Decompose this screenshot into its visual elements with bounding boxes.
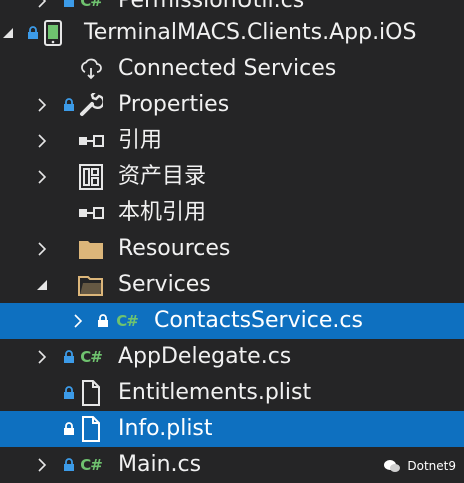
csharp-file-icon: C# [116, 312, 139, 330]
folder-open-icon [78, 267, 104, 303]
watermark-text: Dotnet9 [407, 459, 456, 473]
lock-icon [62, 447, 76, 483]
tree-item-entitlements[interactable]: Entitlements.plist [0, 375, 464, 411]
lock-icon [62, 339, 76, 375]
lock-icon [62, 411, 76, 447]
csharp-file-icon: C# [80, 348, 103, 366]
tree-item-connected-services[interactable]: Connected Services [0, 51, 464, 87]
tree-item-resources-folder[interactable]: Resources [0, 231, 464, 267]
ios-project-icon [40, 15, 66, 51]
tree-item-label: Properties [118, 92, 230, 117]
tree-item-references[interactable]: 引用 [0, 123, 464, 159]
csharp-file-icon: C# [80, 456, 103, 474]
cloud-icon [78, 51, 104, 87]
tree-item-label: Info.plist [118, 416, 213, 441]
tree-item-label: AppDelegate.cs [118, 344, 292, 369]
tree-item-label: 引用 [118, 128, 163, 153]
tree-item-label: Connected Services [118, 56, 337, 81]
tree-item-label: Entitlements.plist [118, 380, 312, 405]
tree-item-label: ContactsService.cs [154, 308, 363, 333]
tree-item-label: Main.cs [118, 452, 202, 477]
expand-arrow-icon[interactable] [34, 447, 50, 483]
collapse-arrow-icon[interactable] [34, 267, 50, 303]
file-icon [78, 411, 104, 447]
solution-explorer-tree: C# PermissionUtil.cs TerminalMACS.Client… [0, 0, 464, 483]
lock-icon [26, 15, 40, 51]
lock-icon [96, 303, 110, 339]
expand-arrow-icon[interactable] [34, 159, 50, 195]
tree-item-label: Services [118, 272, 211, 297]
lock-icon [62, 87, 76, 123]
tree-item-properties[interactable]: Properties [0, 87, 464, 123]
tree-item-asset-catalog[interactable]: 资产目录 [0, 159, 464, 195]
tree-item-label: TerminalMACS.Clients.App.iOS [84, 20, 417, 45]
expand-arrow-icon[interactable] [34, 87, 50, 123]
wrench-icon [78, 87, 104, 123]
tree-item-appdelegate[interactable]: C# AppDelegate.cs [0, 339, 464, 375]
tree-item-label: Resources [118, 236, 231, 261]
file-icon [78, 375, 104, 411]
tree-item-info-plist[interactable]: Info.plist [0, 411, 464, 447]
lock-icon [62, 375, 76, 411]
watermark: Dotnet9 [383, 459, 456, 473]
tree-item-label: 资产目录 [118, 164, 207, 189]
tree-item-services-folder[interactable]: Services [0, 267, 464, 303]
collapse-arrow-icon[interactable] [0, 15, 16, 51]
wechat-icon [384, 460, 401, 472]
expand-arrow-icon[interactable] [34, 339, 50, 375]
folder-icon [78, 231, 104, 267]
expand-arrow-icon[interactable] [34, 123, 50, 159]
tree-item-label: 本机引用 [118, 200, 207, 225]
expand-arrow-icon[interactable] [34, 231, 50, 267]
asset-catalog-icon [78, 159, 104, 195]
tree-item-ios-project[interactable]: TerminalMACS.Clients.App.iOS [0, 15, 464, 51]
tree-item-contactsservice[interactable]: C# ContactsService.cs [0, 303, 464, 339]
references-icon [78, 195, 104, 231]
expand-arrow-icon[interactable] [70, 303, 86, 339]
tree-item-native-references[interactable]: 本机引用 [0, 195, 464, 231]
references-icon [78, 123, 104, 159]
